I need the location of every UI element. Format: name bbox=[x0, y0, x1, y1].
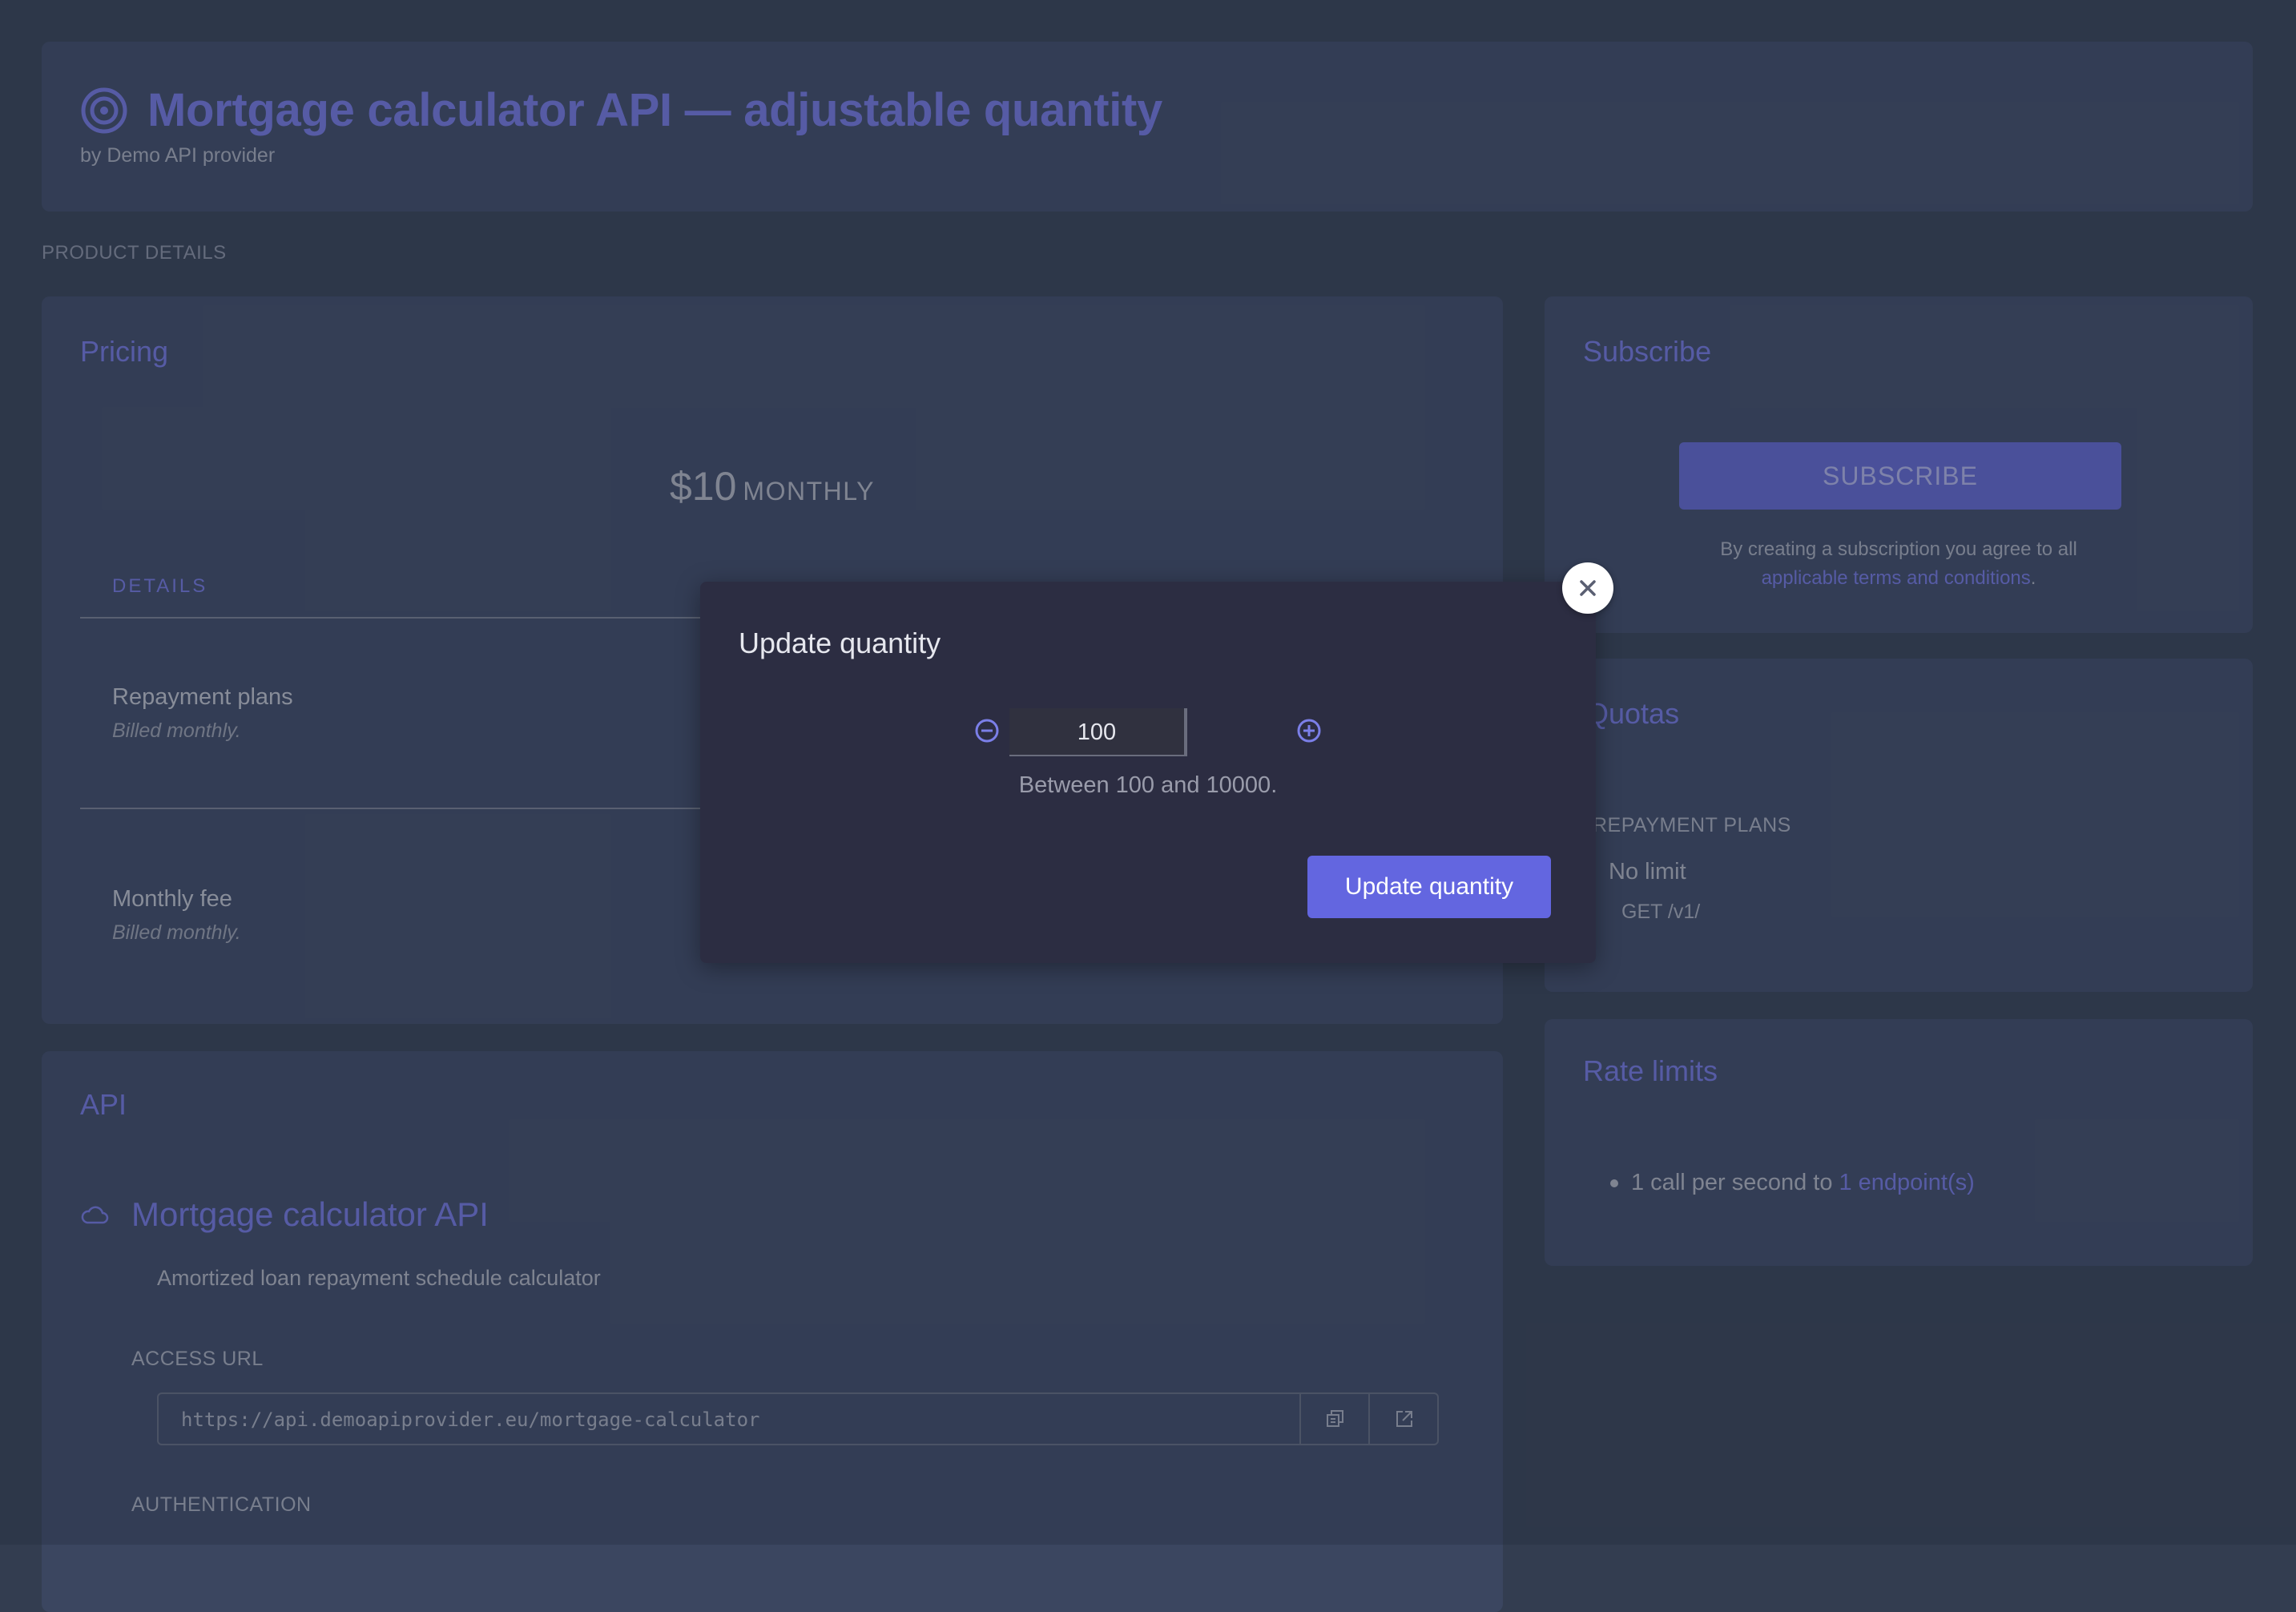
close-icon bbox=[1580, 580, 1596, 596]
close-dialog-button[interactable] bbox=[1562, 562, 1613, 614]
quantity-range-hint: Between 100 and 10000. bbox=[1018, 772, 1278, 798]
minus-circle-icon[interactable] bbox=[974, 718, 1000, 744]
plus-circle-icon[interactable] bbox=[1296, 718, 1322, 744]
update-quantity-button[interactable]: Update quantity bbox=[1307, 856, 1551, 918]
dialog-title: Update quantity bbox=[739, 627, 941, 659]
quantity-input[interactable]: 100 bbox=[1009, 708, 1187, 756]
page: Mortgage calculator API — adjustable qua… bbox=[0, 0, 2296, 1612]
update-quantity-dialog: Update quantity 100 Between 100 and 1000… bbox=[700, 582, 1596, 963]
